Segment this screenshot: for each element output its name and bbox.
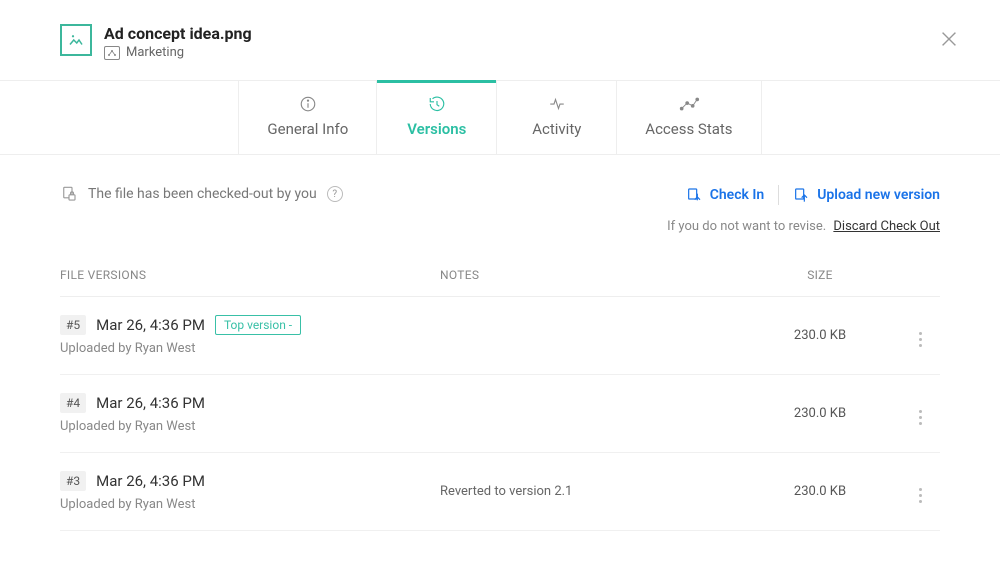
version-line1: #3 Mar 26, 4:36 PM xyxy=(60,471,440,491)
version-date: Mar 26, 4:36 PM xyxy=(96,394,205,412)
tab-activity[interactable]: Activity xyxy=(496,81,616,154)
version-main: #3 Mar 26, 4:36 PM Uploaded by Ryan West xyxy=(60,471,440,512)
version-number-badge: #5 xyxy=(60,315,86,335)
version-row: #3 Mar 26, 4:36 PM Uploaded by Ryan WestRe… xyxy=(60,453,940,531)
version-main: #4 Mar 26, 4:36 PM Uploaded by Ryan West xyxy=(60,393,440,434)
version-main: #5 Mar 26, 4:36 PM Top version - Uploaded b… xyxy=(60,315,440,356)
tab-access-stats[interactable]: Access Stats xyxy=(616,81,761,154)
folder-icon xyxy=(104,46,120,60)
version-uploader: Uploaded by Ryan West xyxy=(60,497,440,512)
version-notes: Reverted to version 2.1 xyxy=(440,484,740,499)
version-size: 230.0 KB xyxy=(740,328,900,343)
kebab-menu-icon[interactable] xyxy=(911,327,929,351)
file-location[interactable]: Marketing xyxy=(104,45,252,60)
image-icon xyxy=(67,31,85,49)
versions-list: #5 Mar 26, 4:36 PM Top version - Uploaded b… xyxy=(60,297,940,531)
version-uploader: Uploaded by Ryan West xyxy=(60,419,440,434)
file-title: Ad concept idea.png xyxy=(104,24,252,43)
version-line1: #5 Mar 26, 4:36 PM Top version - xyxy=(60,315,440,335)
version-size: 230.0 KB xyxy=(740,406,900,421)
check-in-button[interactable]: Check In xyxy=(672,187,779,203)
kebab-menu-icon[interactable] xyxy=(911,483,929,507)
upload-new-version-button[interactable]: Upload new version xyxy=(779,187,940,203)
history-icon xyxy=(405,95,468,113)
activity-icon xyxy=(525,95,588,113)
versions-panel: The file has been checked-out by you ? C… xyxy=(0,155,1000,531)
version-number-badge: #3 xyxy=(60,471,86,491)
tab-label: Versions xyxy=(407,120,466,138)
col-header-versions: FILE VERSIONS xyxy=(60,268,440,282)
checkout-status: The file has been checked-out by you ? xyxy=(60,185,343,203)
discard-row: If you do not want to revise. Discard Ch… xyxy=(667,219,940,234)
version-uploader: Uploaded by Ryan West xyxy=(60,341,440,356)
tabs: General Info Versions Activity Access St… xyxy=(0,80,1000,155)
tab-label: Activity xyxy=(532,120,581,138)
version-date: Mar 26, 4:36 PM xyxy=(96,472,205,490)
right-actions: Check In Upload new version If you do no… xyxy=(667,185,940,234)
kebab-menu-icon[interactable] xyxy=(911,405,929,429)
close-icon xyxy=(938,28,960,50)
lock-file-icon xyxy=(60,185,78,203)
tab-label: General Info xyxy=(267,120,348,138)
version-row: #4 Mar 26, 4:36 PM Uploaded by Ryan West 23… xyxy=(60,375,940,453)
file-thumbnail xyxy=(60,24,92,56)
upload-icon xyxy=(793,187,809,203)
tab-versions[interactable]: Versions xyxy=(376,81,496,154)
version-line1: #4 Mar 26, 4:36 PM xyxy=(60,393,440,413)
close-button[interactable] xyxy=(938,28,960,54)
stats-icon xyxy=(645,95,732,113)
checkin-icon xyxy=(686,187,702,203)
modal-header: Ad concept idea.png Marketing xyxy=(0,0,1000,70)
version-actions xyxy=(900,320,940,352)
col-header-size: SIZE xyxy=(740,268,900,282)
version-actions xyxy=(900,398,940,430)
col-header-actions xyxy=(900,268,940,282)
file-location-label: Marketing xyxy=(126,45,184,60)
upload-label: Upload new version xyxy=(817,187,940,203)
version-actions xyxy=(900,476,940,508)
tab-general-info[interactable]: General Info xyxy=(238,81,376,154)
action-bar: The file has been checked-out by you ? C… xyxy=(60,185,940,234)
top-version-tag: Top version - xyxy=(215,315,301,335)
col-header-notes: NOTES xyxy=(440,268,740,282)
version-date: Mar 26, 4:36 PM xyxy=(96,316,205,334)
tab-label: Access Stats xyxy=(645,120,732,138)
help-icon[interactable]: ? xyxy=(327,186,343,202)
checkout-status-text: The file has been checked-out by you xyxy=(88,186,317,202)
discard-prefix: If you do not want to revise. xyxy=(667,219,826,234)
table-header: FILE VERSIONS NOTES SIZE xyxy=(60,254,940,297)
file-details-modal: Ad concept idea.png Marketing General In… xyxy=(0,0,1000,575)
version-number-badge: #4 xyxy=(60,393,86,413)
info-icon xyxy=(267,95,348,113)
version-size: 230.0 KB xyxy=(740,484,900,499)
check-in-label: Check In xyxy=(710,187,765,203)
discard-checkout-link[interactable]: Discard Check Out xyxy=(833,219,940,234)
version-row: #5 Mar 26, 4:36 PM Top version - Uploaded b… xyxy=(60,297,940,375)
